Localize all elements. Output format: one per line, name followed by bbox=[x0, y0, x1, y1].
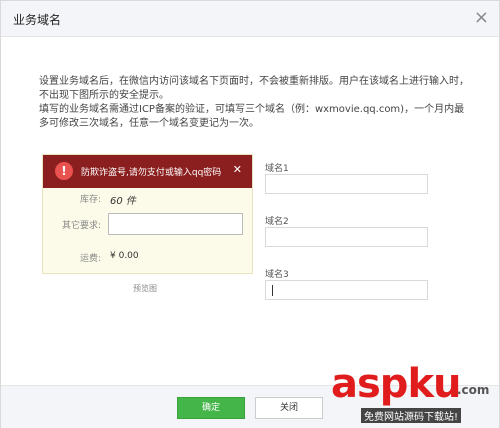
watermark-brand: aspku bbox=[331, 361, 462, 407]
business-domain-dialog: 业务域名 × 设置业务域名后，在微信内访问该域名下页面时，不会被重新排版。用户在… bbox=[0, 0, 500, 428]
shipping-fee-label: 运费: bbox=[79, 254, 101, 264]
stock-label: 库存: bbox=[79, 195, 101, 205]
watermark-brand-a: asp bbox=[331, 361, 408, 407]
other-requirement-field bbox=[108, 213, 243, 235]
security-alert-banner: ! 防欺诈盗号,请勿支付或输入qq密码 ✕ bbox=[43, 155, 252, 188]
description-line-2: 填写的业务域名需通过ICP备案的验证，可填写三个域名（例：wxmovie.qq.… bbox=[39, 104, 465, 129]
description-line-1: 设置业务域名后，在微信内访问该域名下页面时，不会被重新排版。用户在该域名上进行输… bbox=[39, 76, 469, 101]
other-requirement-label: 其它要求: bbox=[61, 221, 101, 231]
stock-value: 60 件 bbox=[110, 196, 136, 207]
dialog-title: 业务域名 bbox=[13, 13, 62, 27]
confirm-button[interactable]: 确定 bbox=[177, 397, 245, 419]
watermark-brand-b: ku bbox=[407, 361, 461, 407]
close-button[interactable]: 关闭 bbox=[255, 397, 323, 419]
shipping-fee-value: ¥ 0.00 bbox=[110, 251, 139, 261]
alert-close-icon[interactable]: ✕ bbox=[233, 163, 242, 176]
watermark-tagline: 免费网站源码下载站! bbox=[361, 408, 462, 423]
dialog-header: 业务域名 × bbox=[1, 1, 499, 37]
exclamation-icon: ! bbox=[55, 162, 73, 180]
domain-3-input[interactable] bbox=[265, 280, 428, 300]
description: 设置业务域名后，在微信内访问该域名下页面时，不会被重新排版。用户在该域名上进行输… bbox=[39, 75, 469, 131]
domain-3-label: 域名3 bbox=[265, 270, 289, 280]
watermark-logo: aspku .com 免费网站源码下载站! bbox=[331, 361, 500, 428]
domain-2-input[interactable] bbox=[265, 227, 428, 247]
close-icon[interactable]: × bbox=[474, 7, 489, 28]
alert-text: 防欺诈盗号,请勿支付或输入qq密码 bbox=[81, 168, 222, 178]
domain-1-label: 域名1 bbox=[265, 164, 289, 174]
preview-panel: ! 防欺诈盗号,请勿支付或输入qq密码 ✕ 库存: 60 件 其它要求: 运费:… bbox=[42, 154, 253, 274]
watermark-domain-suffix: .com bbox=[457, 383, 490, 397]
other-requirement-row: 其它要求: bbox=[43, 213, 252, 235]
domain-2-label: 域名2 bbox=[265, 217, 289, 227]
text-caret bbox=[272, 285, 273, 296]
preview-caption: 预览图 bbox=[133, 284, 157, 293]
domain-1-input[interactable] bbox=[265, 174, 428, 194]
